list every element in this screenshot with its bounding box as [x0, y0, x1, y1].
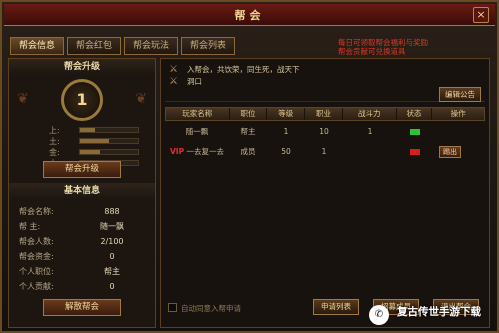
info-key: 个人贡献: — [19, 282, 54, 291]
info-key: 帮会资金: — [19, 252, 54, 261]
member-status — [397, 145, 433, 159]
member-status — [397, 125, 433, 139]
col-job: 职业 — [305, 108, 343, 120]
col-name: 玩家名称 — [166, 108, 230, 120]
guild-upgrade-button[interactable]: 帮会升级 — [43, 161, 121, 178]
info-key: 帮 主: — [19, 222, 41, 231]
right-wing-decoration: ❦ — [135, 91, 147, 107]
notice-icon: ⚔ — [169, 76, 178, 87]
info-row: 帮 主: 随一飘 — [19, 220, 149, 233]
stat-bar — [79, 149, 139, 155]
member-name-text: 随一飘 — [185, 127, 209, 136]
member-power: 1 — [367, 127, 373, 136]
left-wing-decoration: ❦ — [17, 91, 29, 107]
stat-bar — [79, 127, 139, 133]
info-value: 0 — [109, 252, 115, 261]
disband-guild-button[interactable]: 解散帮会 — [43, 299, 121, 316]
table-row[interactable]: 随一飘 帮主 1 10 1 — [165, 125, 485, 139]
auto-accept-checkbox[interactable] — [168, 303, 177, 312]
col-power: 战斗力 — [343, 108, 397, 120]
auto-accept-label: 自动同意入帮申请 — [181, 304, 241, 313]
member-level: 1 — [283, 127, 289, 136]
watermark-text: 复古传世手游下载 — [397, 306, 481, 318]
tab-guild-redpacket[interactable]: 帮会红包 — [67, 37, 122, 55]
notice-line-1: 入帮会，共饮荣，同生死，战天下 — [187, 65, 300, 74]
upgrade-heading: 帮会升级 — [9, 59, 155, 75]
member-level: 50 — [281, 147, 291, 156]
offline-status-icon — [410, 149, 420, 155]
online-status-icon — [410, 129, 420, 135]
notice-line-2: 洞口 — [187, 77, 202, 86]
wechat-icon: ✆ — [369, 305, 389, 325]
guild-level-emblem: 1 — [61, 79, 103, 121]
member-job: 10 — [319, 127, 329, 136]
info-key: 个人职位: — [19, 267, 54, 276]
info-row: 帮会名称: 888 — [19, 205, 149, 218]
info-value: 帮主 — [104, 267, 120, 276]
member-action — [433, 125, 485, 139]
member-position: 成员 — [240, 147, 256, 156]
member-table-header: 玩家名称 职位 等级 职业 战斗力 状态 操作 — [165, 107, 485, 121]
window-title: 帮会 — [234, 8, 265, 22]
member-name: 随一飘 — [165, 125, 229, 139]
col-status: 状态 — [397, 108, 433, 120]
notice-icon: ⚔ — [169, 64, 178, 75]
right-panel: ⚔ 入帮会，共饮荣，同生死，战天下 ⚔ 洞口 编辑公告 玩家名称 职位 等级 职… — [160, 58, 490, 328]
stat-bar-fill — [80, 150, 101, 154]
col-action: 操作 — [450, 109, 466, 118]
member-power — [343, 145, 397, 159]
edit-notice-button[interactable]: 编辑公告 — [439, 87, 481, 102]
banner-line-2: 帮会贡献可兑换道具 — [338, 47, 406, 56]
member-position: 帮主 — [240, 127, 256, 136]
close-button[interactable]: × — [473, 7, 489, 23]
vip-badge: VIP — [170, 147, 185, 156]
stat-label: 土: — [49, 137, 60, 146]
guild-notice: ⚔ 入帮会，共饮荣，同生死，战天下 ⚔ 洞口 编辑公告 — [165, 62, 485, 102]
stat-label: 上: — [49, 126, 60, 135]
col-position: 职位 — [230, 108, 268, 120]
banner-line-1: 每日可领取帮会福利与奖励 — [338, 38, 428, 47]
basic-info-heading: 基本信息 — [9, 183, 155, 199]
member-name-text: 一去复一去 — [186, 147, 224, 156]
kick-member-button[interactable]: 踢出 — [439, 146, 461, 158]
stat-bar-fill — [80, 128, 95, 132]
stat-label: 金: — [49, 148, 60, 157]
tab-bar: 帮会信息 帮会红包 帮会玩法 帮会列表 — [10, 37, 236, 55]
col-level: 等级 — [267, 108, 306, 120]
tab-guild-info[interactable]: 帮会信息 — [10, 37, 65, 55]
member-action: 踢出 — [433, 145, 485, 159]
title-bar: 帮会 × — [4, 4, 495, 26]
stat-bar — [79, 138, 139, 144]
info-value: 随一飘 — [100, 222, 124, 231]
tab-guild-list[interactable]: 帮会列表 — [181, 37, 236, 55]
info-row: 个人职位: 帮主 — [19, 265, 149, 278]
promo-banner: 每日可领取帮会福利与奖励 帮会贡献可兑换道具 — [338, 38, 428, 56]
info-value: 888 — [104, 207, 120, 216]
info-key: 帮会人数: — [19, 237, 54, 246]
left-panel: 帮会升级 ❦ ❦ 1 上: 土: 金: 木: 帮会升级 基本信息 帮会名称:88… — [8, 58, 156, 328]
info-value: 0 — [109, 282, 115, 291]
stat-bar-fill — [80, 139, 109, 143]
table-row[interactable]: VIP 一去复一去 成员 50 1 踢出 — [165, 145, 485, 159]
member-job: 1 — [321, 147, 327, 156]
tab-guild-gameplay[interactable]: 帮会玩法 — [124, 37, 179, 55]
info-row: 帮会资金: 0 — [19, 250, 149, 263]
info-row: 帮会人数: 2/100 — [19, 235, 149, 248]
info-row: 个人贡献: 0 — [19, 280, 149, 293]
member-name: VIP 一去复一去 — [165, 145, 229, 159]
info-key: 帮会名称: — [19, 207, 54, 216]
info-value: 2/100 — [100, 237, 124, 246]
apply-list-button[interactable]: 申请列表 — [313, 299, 359, 315]
